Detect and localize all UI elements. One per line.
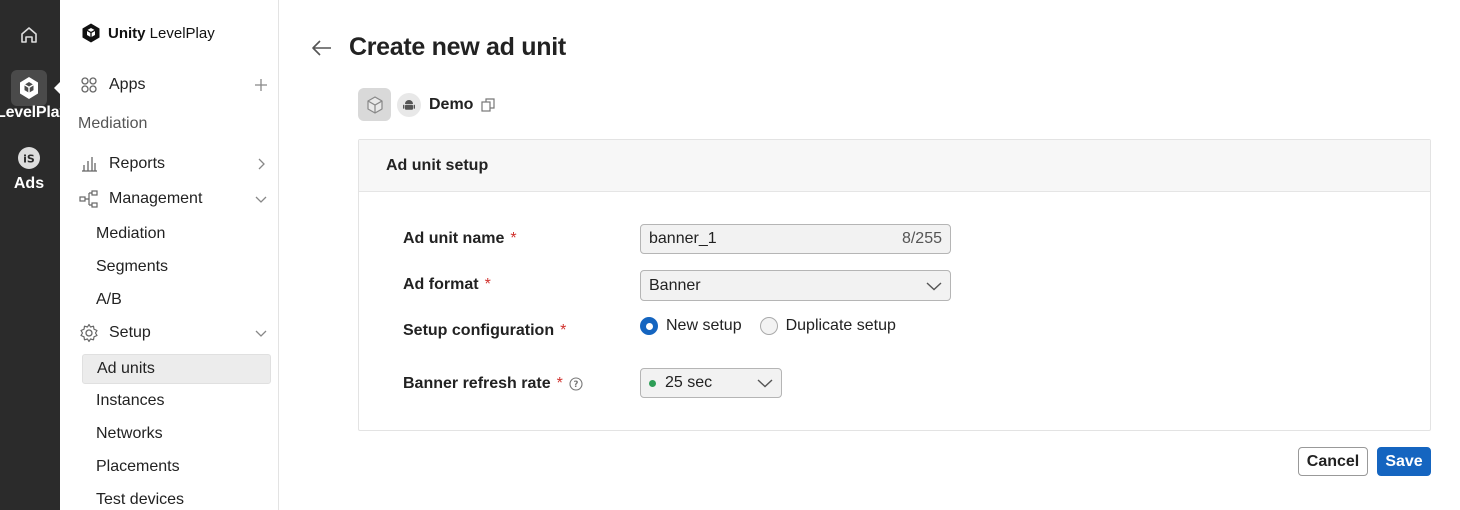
chevron-down-icon bbox=[926, 281, 942, 290]
ad-unit-name-value: banner_1 bbox=[649, 230, 717, 247]
brand-levelplay: LevelPlay bbox=[149, 24, 215, 42]
bar-chart-icon bbox=[78, 153, 100, 175]
unity-logo-icon bbox=[20, 77, 38, 99]
android-icon bbox=[397, 92, 421, 117]
sidebar-item-setup[interactable]: Setup bbox=[78, 318, 268, 348]
setup-configuration-radio-group: New setup Duplicate setup bbox=[640, 317, 914, 335]
ad-format-select[interactable]: Banner bbox=[640, 270, 951, 301]
sidebar-item-management[interactable]: Management bbox=[78, 184, 268, 214]
copy-icon[interactable] bbox=[480, 97, 496, 113]
required-marker: * bbox=[484, 276, 491, 293]
setup-configuration-label: Setup configuration * bbox=[403, 322, 567, 339]
unity-logo-icon bbox=[82, 23, 100, 43]
sidebar-item-test-devices[interactable]: Test devices bbox=[82, 485, 271, 510]
app-rail: LevelPlay iS Ads bbox=[0, 0, 60, 510]
gear-icon bbox=[78, 322, 100, 344]
radio-unselected-icon[interactable] bbox=[759, 317, 778, 335]
sidebar-item-segments[interactable]: Segments bbox=[82, 252, 271, 282]
radio-new-setup[interactable]: New setup bbox=[640, 317, 742, 335]
sidebar: Unity LevelPlay Apps Mediation Reports M… bbox=[60, 0, 279, 510]
app-cube-icon bbox=[358, 88, 391, 121]
levelplay-rail-button[interactable] bbox=[11, 70, 47, 106]
banner-refresh-rate-select[interactable]: 25 sec bbox=[640, 368, 782, 398]
page-title: Create new ad unit bbox=[349, 33, 566, 61]
sidebar-item-label: Apps bbox=[109, 76, 146, 93]
sidebar-item-reports[interactable]: Reports bbox=[78, 149, 268, 179]
app-name: Demo bbox=[429, 95, 474, 113]
ad-unit-name-input[interactable]: banner_1 8/255 bbox=[640, 224, 951, 254]
ad-unit-setup-card: Ad unit setup Ad unit name * banner_1 8/2… bbox=[358, 139, 1431, 431]
sidebar-item-networks[interactable]: Networks bbox=[82, 419, 271, 449]
character-counter: 8/255 bbox=[901, 230, 942, 247]
sidebar-item-apps[interactable]: Apps bbox=[78, 70, 268, 100]
svg-text:?: ? bbox=[573, 380, 578, 390]
sidebar-item-label: Management bbox=[109, 190, 203, 207]
back-arrow-icon[interactable] bbox=[310, 36, 334, 60]
brand-unity: Unity bbox=[108, 24, 146, 42]
cancel-button[interactable]: Cancel bbox=[1298, 447, 1368, 476]
chevron-down-icon bbox=[254, 326, 268, 340]
chevron-right-icon bbox=[254, 157, 268, 171]
card-title: Ad unit setup bbox=[359, 140, 1430, 192]
home-icon[interactable] bbox=[14, 20, 44, 50]
chevron-down-icon bbox=[254, 192, 268, 206]
apps-grid-icon bbox=[78, 74, 100, 96]
svg-text:iS: iS bbox=[23, 153, 35, 166]
sidebar-item-label: Setup bbox=[109, 324, 151, 341]
radio-selected-icon[interactable] bbox=[640, 317, 658, 335]
radio-duplicate-setup[interactable]: Duplicate setup bbox=[759, 317, 896, 335]
ad-format-label: Ad format * bbox=[403, 276, 491, 293]
refresh-rate-value: 25 sec bbox=[665, 374, 713, 391]
sidebar-item-ad-units[interactable]: Ad units bbox=[82, 354, 271, 384]
required-marker: * bbox=[560, 322, 567, 339]
help-icon[interactable]: ? bbox=[569, 377, 583, 391]
banner-refresh-rate-label: Banner refresh rate * ? bbox=[403, 375, 583, 393]
brand-logo[interactable]: Unity LevelPlay bbox=[80, 22, 215, 44]
app-context: Demo bbox=[358, 88, 496, 121]
section-label-mediation: Mediation bbox=[78, 115, 148, 132]
sidebar-item-mediation[interactable]: Mediation bbox=[82, 219, 271, 249]
chevron-down-icon bbox=[757, 379, 773, 388]
sidebar-item-ab[interactable]: A/B bbox=[82, 285, 271, 315]
ad-unit-name-label: Ad unit name * bbox=[403, 230, 517, 247]
add-app-icon[interactable] bbox=[254, 78, 268, 92]
sidebar-item-instances[interactable]: Instances bbox=[82, 386, 271, 416]
save-button[interactable]: Save bbox=[1377, 447, 1431, 476]
sidebar-item-placements[interactable]: Placements bbox=[82, 452, 271, 482]
ads-rail-label[interactable]: Ads bbox=[0, 175, 58, 193]
hierarchy-icon bbox=[78, 188, 100, 210]
ironsource-icon[interactable]: iS bbox=[18, 147, 40, 169]
sidebar-item-label: Reports bbox=[109, 155, 166, 172]
required-marker: * bbox=[510, 230, 517, 247]
required-marker: * bbox=[556, 375, 563, 392]
levelplay-rail-label[interactable]: LevelPlay bbox=[0, 104, 60, 122]
main-content: Create new ad unit Demo Ad unit setup Ad… bbox=[279, 0, 1460, 510]
ad-format-value: Banner bbox=[649, 276, 701, 294]
status-dot bbox=[649, 379, 656, 387]
